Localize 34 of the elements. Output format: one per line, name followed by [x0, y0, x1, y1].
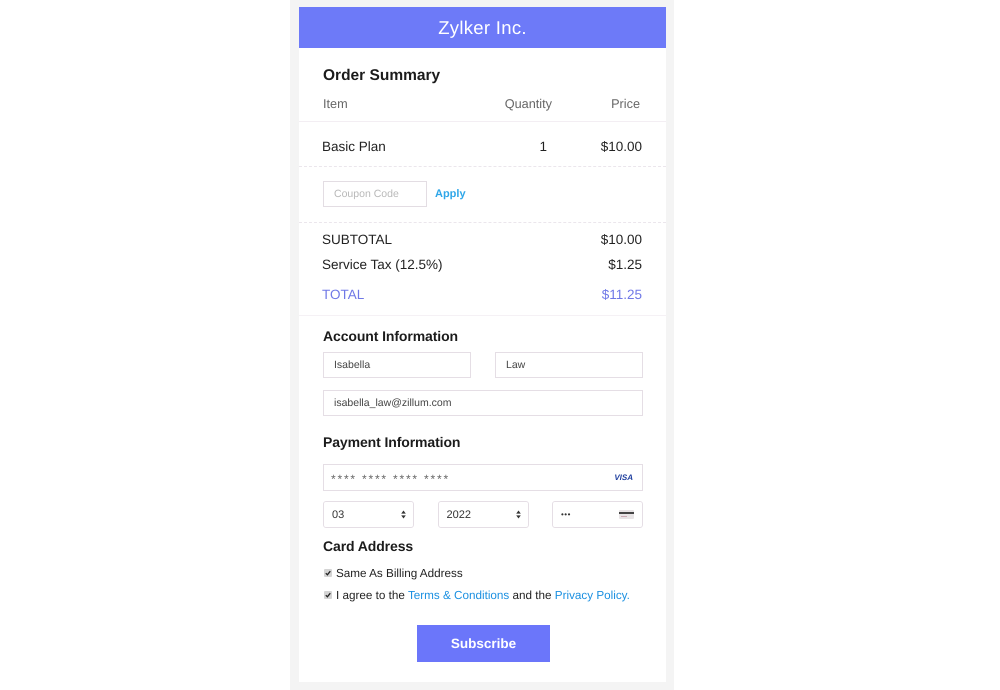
card-icon [619, 510, 634, 519]
email-field[interactable]: isabella_law@zillum.com [323, 390, 643, 416]
summary-label: SUBTOTAL [322, 232, 392, 247]
table-cell-text: 1 [539, 138, 548, 156]
table-cell: $10.00 [600, 138, 642, 156]
checkbox[interactable] [324, 569, 332, 577]
summary-amount: $1.25 [608, 257, 642, 272]
up-down-arrows-icon [516, 510, 520, 519]
up-down-arrows-icon [401, 510, 406, 519]
section-title: Payment Information [323, 433, 460, 452]
last-name-field[interactable]: Law [495, 352, 643, 378]
section-title: Account Information [323, 327, 458, 346]
first-name-field[interactable]: Isabella [323, 352, 471, 378]
cvv-field[interactable]: ••• [552, 501, 643, 528]
section-title: Order Summary [323, 66, 440, 86]
section-title: Card Address [323, 537, 414, 556]
checkbox[interactable] [324, 591, 332, 599]
card-number-field[interactable]: **** **** **** **** VISA [323, 464, 643, 491]
column-header: Quantity [504, 96, 552, 112]
table-cell: Basic Plan [322, 138, 386, 156]
checkbox-label: I agree to the Terms & Conditions and the Privacy Policy. [336, 588, 630, 602]
subscribe-button[interactable]: Subscribe [417, 625, 550, 662]
card-brand-logo: VISA [614, 473, 633, 482]
column-header: Price [611, 96, 641, 112]
coupon-field[interactable]: Coupon Code [323, 181, 427, 207]
company-name: Zylker Inc. [438, 16, 527, 38]
summary-amount: $11.25 [602, 287, 642, 302]
summary-label: TOTAL [322, 287, 364, 302]
summary-amount: $10.00 [600, 232, 642, 247]
year-select[interactable]: 2022 [438, 501, 528, 528]
column-header: Item [323, 96, 348, 112]
summary-label: Service Tax (12.5%) [322, 257, 443, 272]
month-select[interactable]: 03 [323, 501, 414, 528]
checkbox-label: Same As Billing Address [336, 566, 463, 580]
